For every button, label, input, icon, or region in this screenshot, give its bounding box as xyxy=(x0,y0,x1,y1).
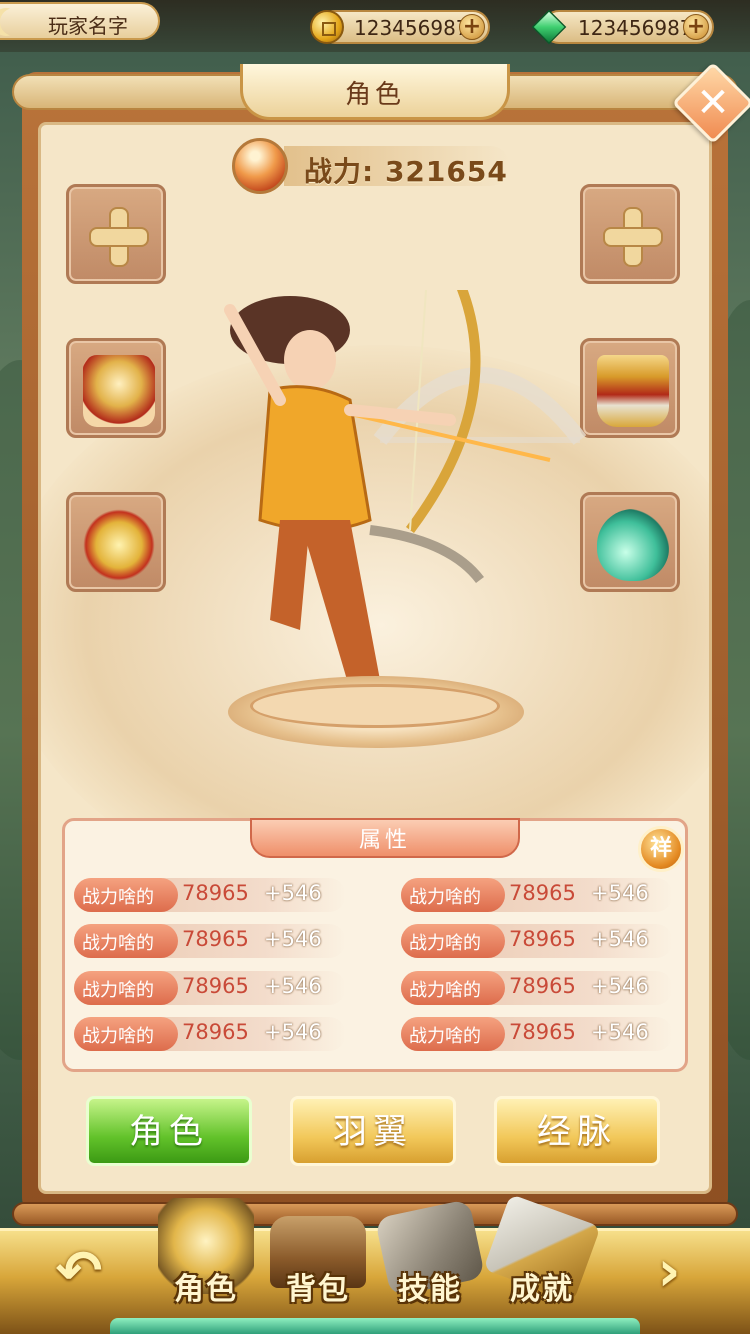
tab-wings[interactable]: 羽翼 xyxy=(290,1096,456,1166)
attribute-label: 战力啥的 xyxy=(82,933,154,954)
attribute-bonus: +546 xyxy=(264,974,322,998)
attribute-label: 战力啥的 xyxy=(82,887,154,908)
attribute-bonus: +546 xyxy=(591,881,649,905)
green-gem-icon xyxy=(531,9,567,45)
moon-icon xyxy=(0,8,20,36)
combat-power: 战力: 321654 xyxy=(304,155,508,188)
attribute-value: 78965 xyxy=(182,927,249,951)
attributes-title: 属性 xyxy=(358,828,411,853)
back-arrow-icon[interactable]: ↶ xyxy=(44,1240,114,1304)
attribute-label: 战力啥的 xyxy=(409,933,481,954)
tab-meridians[interactable]: 经脉 xyxy=(494,1096,660,1166)
nav-label: 角色 xyxy=(174,1272,238,1307)
attribute-label: 战力啥的 xyxy=(82,980,154,1001)
attribute-value: 78965 xyxy=(182,974,249,998)
title-wing-left xyxy=(12,74,252,110)
hero-character-illustration xyxy=(224,290,587,690)
hero-face xyxy=(284,330,336,390)
equip-slot-left-1[interactable] xyxy=(66,184,166,284)
top-bar: 玩家名字 123456987 + 123456987 + xyxy=(0,0,750,52)
attribute-row: 战力啥的 78965 +546 xyxy=(401,1017,673,1051)
attribute-bonus: +546 xyxy=(591,1020,649,1044)
attribute-row: 战力啥的 78965 +546 xyxy=(74,1017,346,1051)
nav-item-bag[interactable]: 背包 xyxy=(262,1198,374,1330)
gem-amount: 123456987 xyxy=(578,16,693,40)
tab-role[interactable]: 角色 xyxy=(86,1096,252,1166)
add-gold-button[interactable]: + xyxy=(459,14,485,40)
attribute-value: 78965 xyxy=(509,927,576,951)
attribute-label: 战力啥的 xyxy=(82,1026,154,1047)
attribute-value: 78965 xyxy=(509,881,576,905)
attribute-label: 战力啥的 xyxy=(409,1026,481,1047)
attribute-value: 78965 xyxy=(182,1020,249,1044)
next-arrow-icon[interactable]: › xyxy=(634,1240,704,1304)
gold-coin-icon xyxy=(310,10,344,44)
bow-icon xyxy=(405,290,481,533)
nav-label: 成就 xyxy=(510,1272,574,1307)
gem-currency: 123456987 + xyxy=(531,9,714,45)
nav-item-achievements[interactable]: 成就 xyxy=(483,1193,601,1330)
attribute-bonus: +546 xyxy=(591,974,649,998)
equip-slot-right-1[interactable] xyxy=(580,184,680,284)
amulet-icon xyxy=(83,509,155,581)
attribute-label: 战力啥的 xyxy=(409,980,481,1001)
attribute-value: 78965 xyxy=(509,974,576,998)
panel-title: 角色 xyxy=(344,80,405,110)
nav-label: 背包 xyxy=(286,1272,350,1307)
attribute-row: 战力啥的 78965 +546 xyxy=(401,878,673,912)
power-orb-icon xyxy=(232,138,288,194)
add-gem-button[interactable]: + xyxy=(683,14,709,40)
nav-item-skills[interactable]: 技能 xyxy=(374,1198,486,1330)
player-name: 玩家名字 xyxy=(48,14,128,38)
hero-pedestal-top xyxy=(250,684,500,728)
player-name-plate[interactable]: 玩家名字 xyxy=(0,2,160,40)
gold-currency: 123456987 + xyxy=(310,10,490,44)
attribute-label: 战力啥的 xyxy=(409,887,481,908)
nav-label: 技能 xyxy=(398,1272,462,1307)
bridge-arch xyxy=(373,367,587,445)
helmet-icon xyxy=(83,355,155,427)
attribute-row: 战力啥的 78965 +546 xyxy=(401,971,673,1005)
attribute-row: 战力啥的 78965 +546 xyxy=(74,878,346,912)
attribute-bonus: +546 xyxy=(264,927,322,951)
close-x-icon[interactable]: ✕ xyxy=(684,74,742,132)
gold-amount: 123456987 xyxy=(354,16,469,40)
attribute-bonus: +546 xyxy=(591,927,649,951)
attribute-value: 78965 xyxy=(509,1020,576,1044)
plus-icon xyxy=(91,209,147,265)
plus-icon xyxy=(605,209,661,265)
attribute-row: 战力啥的 78965 +546 xyxy=(74,924,346,958)
attribute-row: 战力啥的 78965 +546 xyxy=(74,971,346,1005)
nav-item-role[interactable]: 角色 xyxy=(150,1198,262,1330)
attribute-value: 78965 xyxy=(182,881,249,905)
attribute-bonus: +546 xyxy=(264,1020,322,1044)
attribute-row: 战力啥的 78965 +546 xyxy=(401,924,673,958)
attribute-detail-button[interactable]: 祥 xyxy=(638,826,684,872)
attribute-bonus: +546 xyxy=(264,881,322,905)
